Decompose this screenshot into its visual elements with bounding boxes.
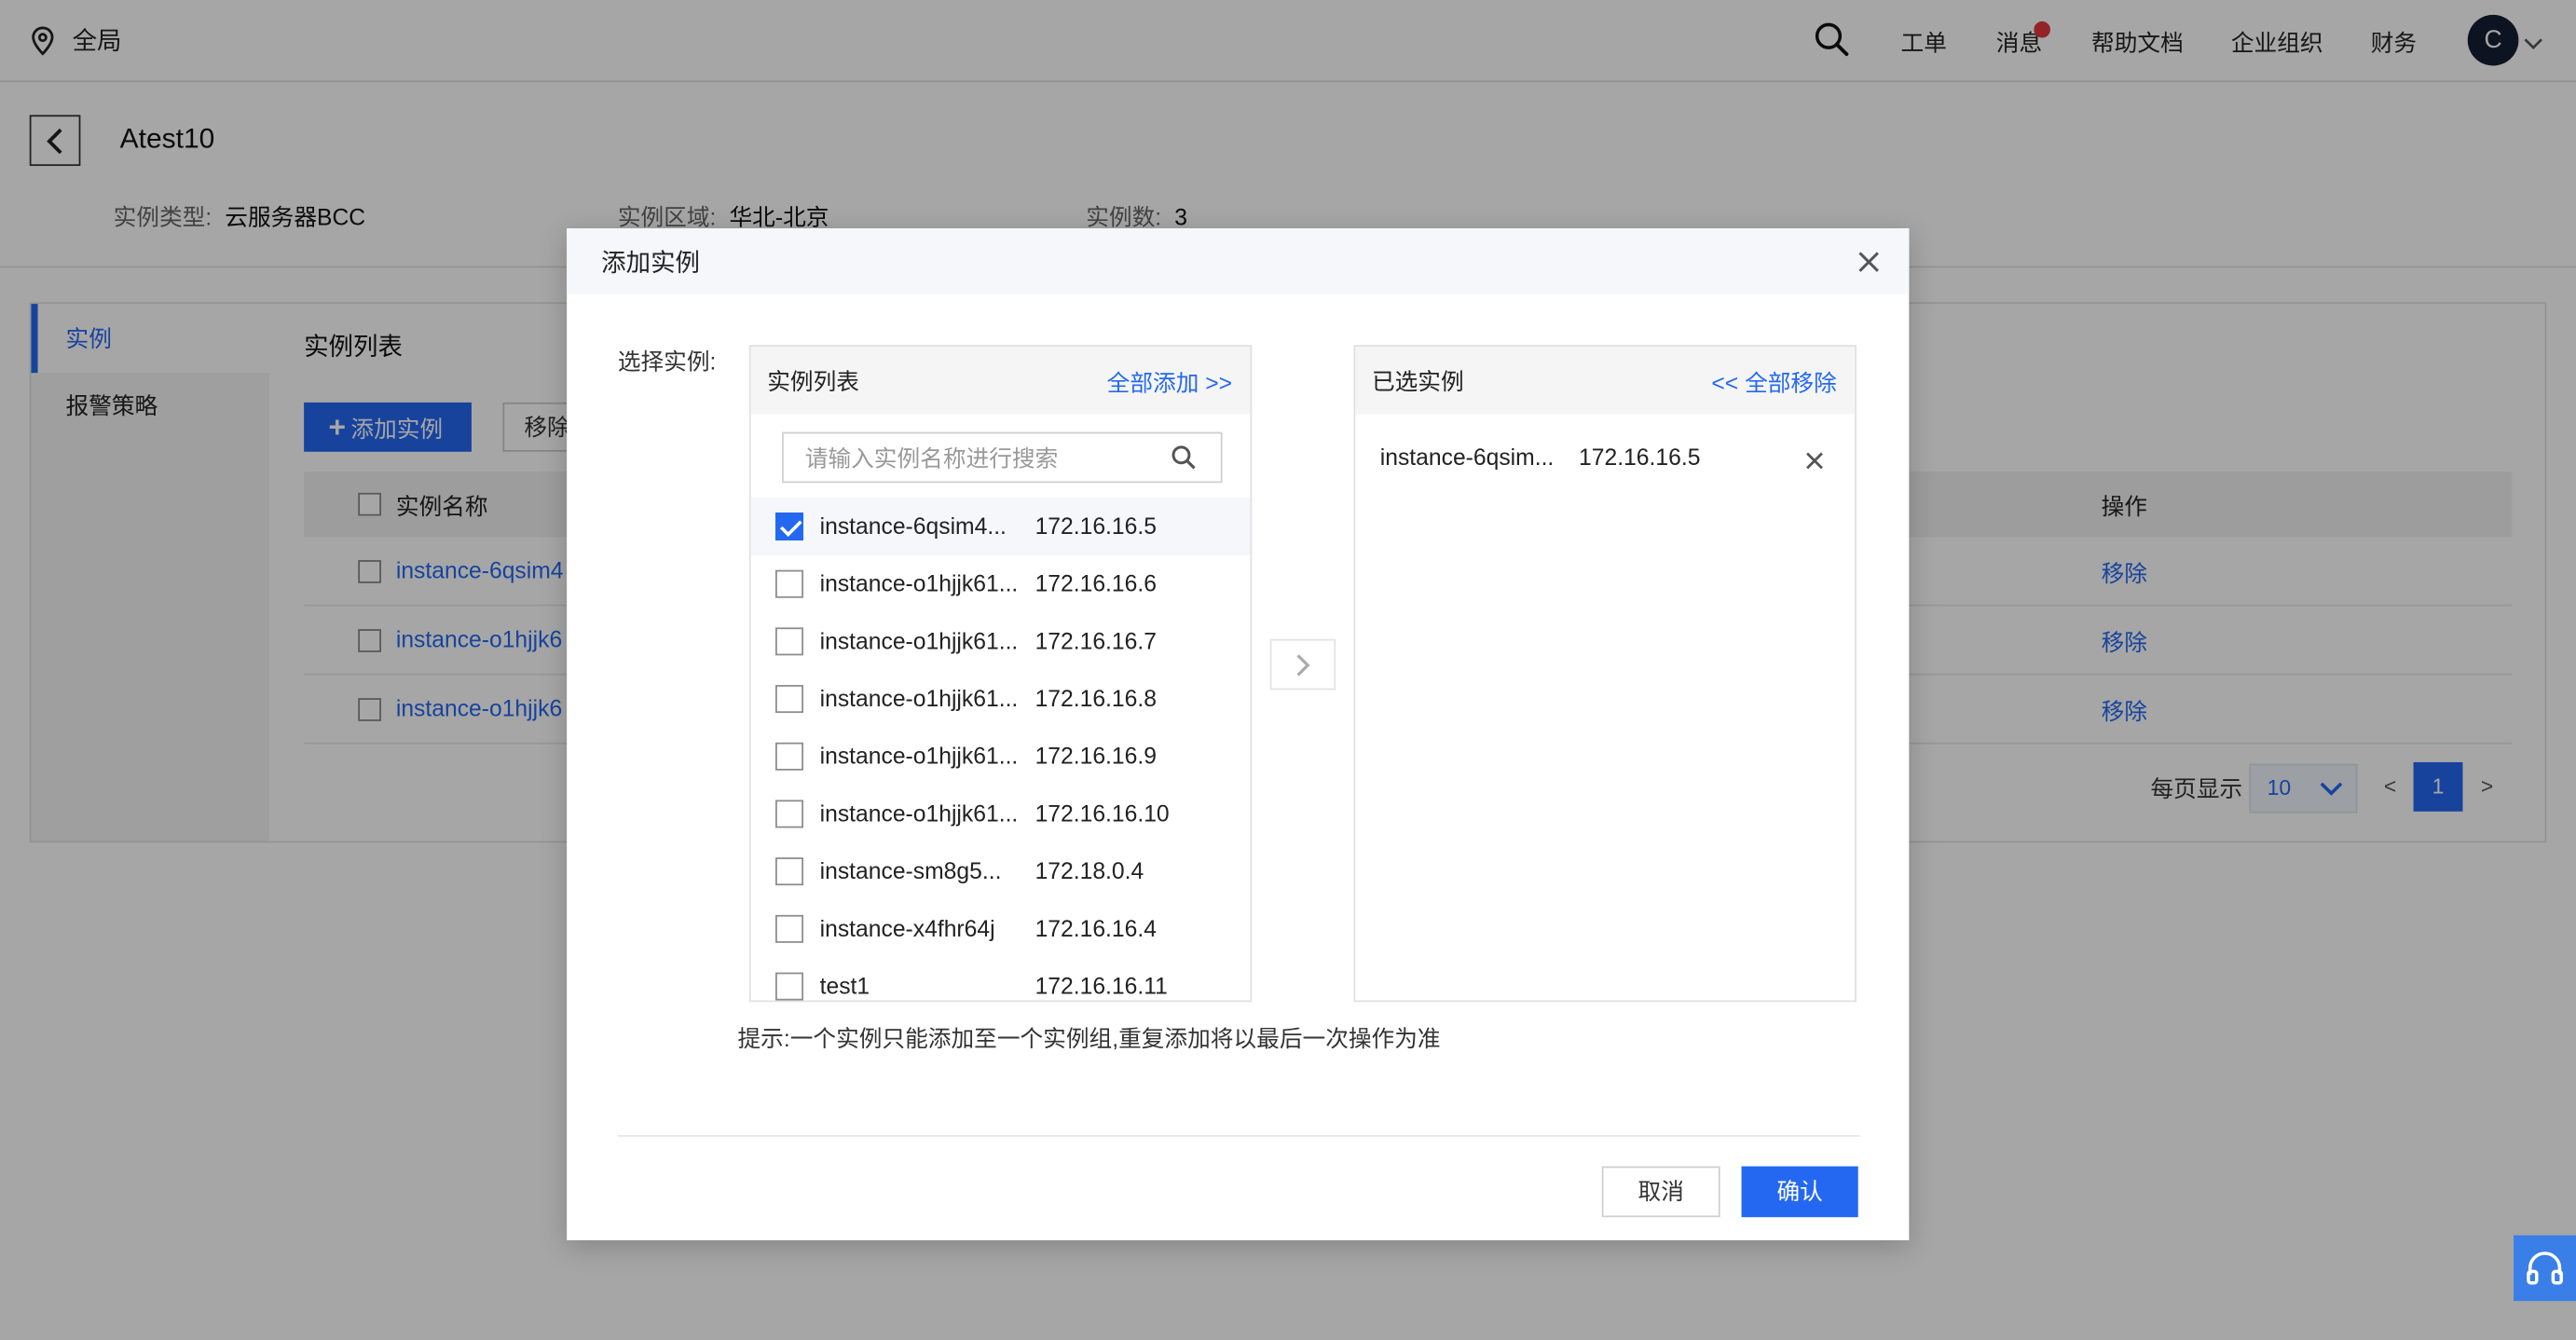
panel-header: 已选实例 << 全部移除 <box>1355 346 1856 415</box>
item-checkbox[interactable] <box>775 742 804 771</box>
available-instances-panel: 实例列表 全部添加 >> instance-6qsim4... 172.16.16… <box>748 345 1253 1003</box>
list-item[interactable]: instance-o1hjjk61... 172.16.16.9 <box>751 728 1251 786</box>
item-ip: 172.16.16.9 <box>1035 742 1157 769</box>
dialog-header: 添加实例 <box>567 228 1910 294</box>
item-name: instance-o1hjjk61... <box>819 742 1019 769</box>
add-instance-dialog: 添加实例 选择实例: 实例列表 全部添加 >> instance-6qsim4.… <box>567 228 1910 1240</box>
item-name: instance-6qsim4... <box>819 512 1007 540</box>
support-button[interactable] <box>2514 1235 2576 1302</box>
item-checkbox[interactable] <box>775 914 804 943</box>
list-item[interactable]: instance-o1hjjk61... 172.16.16.6 <box>751 555 1251 613</box>
list-item[interactable]: instance-6qsim4... 172.16.16.5 <box>750 498 1251 555</box>
item-name: instance-o1hjjk61... <box>819 800 1019 827</box>
item-name: instance-o1hjjk61... <box>819 685 1019 712</box>
item-ip: 172.16.16.5 <box>1035 512 1157 540</box>
remove-all-link[interactable]: << 全部移除 <box>1711 366 1836 399</box>
item-checkbox[interactable] <box>775 972 804 1001</box>
close-icon[interactable] <box>1805 448 1823 478</box>
item-ip: 172.16.16.11 <box>1035 972 1168 999</box>
item-name: instance-x4fhr64j <box>819 914 995 942</box>
list-item[interactable]: instance-o1hjjk61... 172.16.16.8 <box>751 670 1251 728</box>
dialog-title: 添加实例 <box>601 249 700 278</box>
item-ip: 172.16.16.10 <box>1035 800 1170 827</box>
item-ip: 172.16.16.6 <box>1035 569 1157 596</box>
list-item[interactable]: test1 172.16.16.11 <box>751 958 1251 1001</box>
item-ip: 172.16.16.5 <box>1579 443 1701 471</box>
instance-search <box>782 431 1223 484</box>
confirm-button[interactable]: 确认 <box>1741 1166 1858 1218</box>
item-name: test1 <box>819 972 870 999</box>
selected-item: instance-6qsim... 172.16.16.5 <box>1355 431 1851 488</box>
chevron-right-icon <box>1295 653 1309 676</box>
item-checkbox[interactable] <box>775 512 804 540</box>
search-input[interactable] <box>783 433 1162 482</box>
selected-instances-panel: 已选实例 << 全部移除 instance-6qsim... 172.16.16… <box>1353 345 1857 1003</box>
item-checkbox[interactable] <box>775 569 804 598</box>
transfer-button[interactable] <box>1269 638 1336 691</box>
item-name: instance-o1hjjk61... <box>819 627 1019 654</box>
item-checkbox[interactable] <box>775 627 804 656</box>
panel-header: 实例列表 全部添加 >> <box>750 346 1251 415</box>
search-icon[interactable] <box>1172 445 1196 478</box>
item-name: instance-sm8g5... <box>819 857 1002 884</box>
list-item[interactable]: instance-o1hjjk61... 172.16.16.10 <box>751 786 1251 843</box>
item-checkbox[interactable] <box>775 857 804 886</box>
list-item[interactable]: instance-o1hjjk61... 172.16.16.7 <box>751 613 1251 671</box>
item-ip: 172.16.16.7 <box>1035 627 1157 654</box>
panel-title: 实例列表 <box>767 367 859 395</box>
panel-title: 已选实例 <box>1371 367 1464 395</box>
hint-text: 提示:一个实例只能添加至一个实例组,重复添加将以最后一次操作为准 <box>737 1024 1441 1052</box>
cancel-button[interactable]: 取消 <box>1601 1166 1720 1218</box>
item-ip: 172.16.16.8 <box>1035 685 1157 712</box>
item-checkbox[interactable] <box>775 685 804 714</box>
add-all-link[interactable]: 全部添加 >> <box>1107 366 1232 399</box>
item-checkbox[interactable] <box>775 800 804 828</box>
item-ip: 172.18.0.4 <box>1035 857 1144 884</box>
dialog-footer-divider <box>617 1135 1860 1137</box>
instance-list: instance-6qsim4... 172.16.16.5 instance-o… <box>750 498 1251 1001</box>
list-item[interactable]: instance-x4fhr64j 172.16.16.4 <box>751 900 1251 958</box>
list-item[interactable]: instance-sm8g5... 172.18.0.4 <box>751 842 1251 900</box>
item-name: instance-6qsim... <box>1379 443 1555 471</box>
select-instances-label: 选择实例: <box>617 348 717 375</box>
headset-icon <box>2527 1251 2563 1285</box>
item-name: instance-o1hjjk61... <box>819 569 1019 596</box>
item-ip: 172.16.16.4 <box>1035 914 1157 942</box>
close-icon[interactable] <box>1858 252 1880 281</box>
